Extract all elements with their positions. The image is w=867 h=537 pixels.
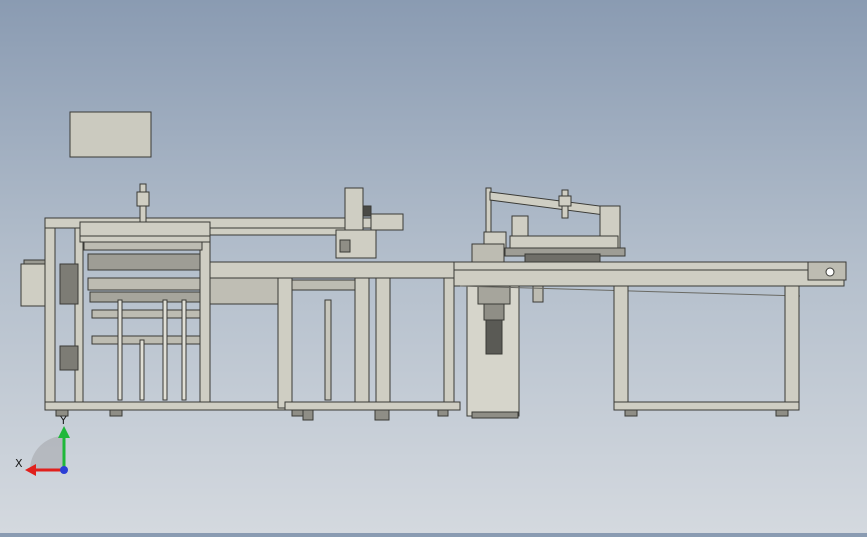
note-panel — [69, 111, 152, 158]
z-axis-dot — [60, 466, 68, 474]
press-station — [466, 187, 626, 419]
x-axis-label: X — [15, 457, 23, 470]
cad-viewport[interactable]: X Y — [0, 0, 867, 533]
y-axis-label: Y — [59, 414, 67, 427]
axis-triad: X Y — [15, 414, 70, 476]
